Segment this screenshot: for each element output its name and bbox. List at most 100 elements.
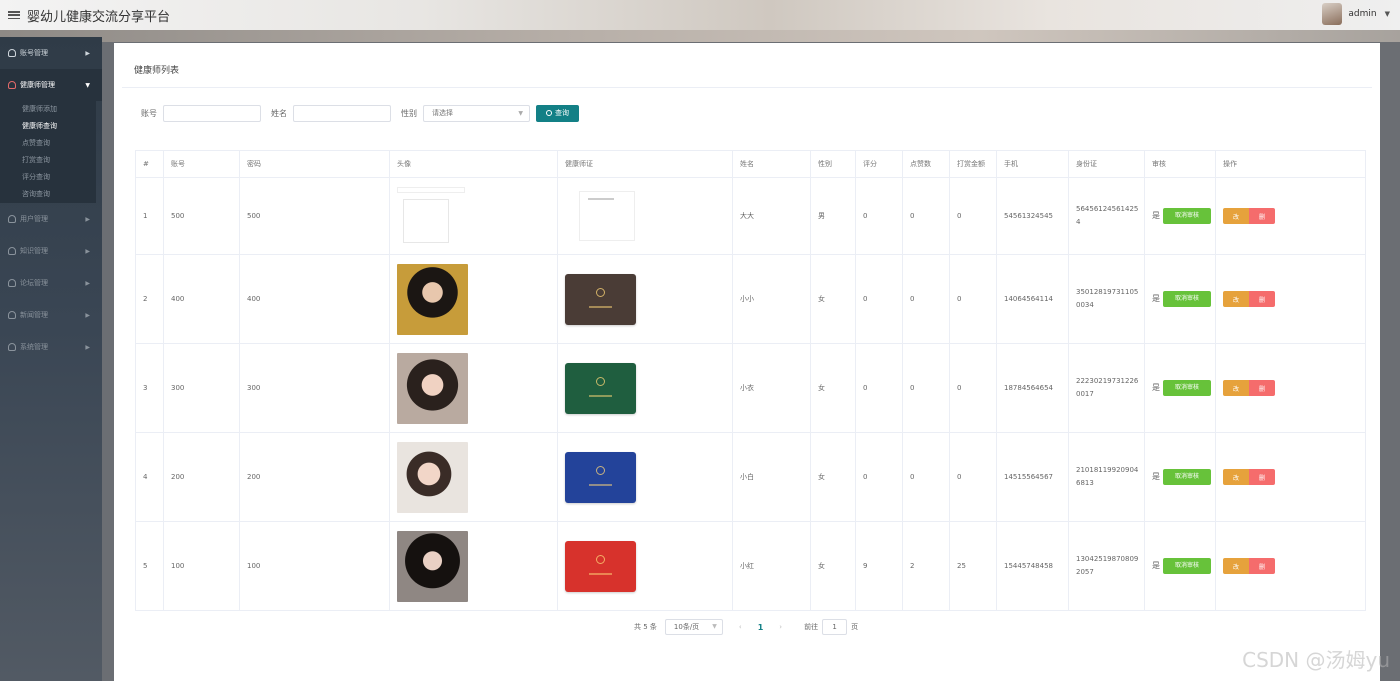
- cell-index: 4: [135, 432, 164, 522]
- chevron-down-icon[interactable]: ▼: [1385, 10, 1390, 18]
- delete-button[interactable]: 删: [1249, 558, 1275, 574]
- top-header: 婴幼儿健康交流分享平台 admin ▼: [0, 0, 1400, 30]
- account-input[interactable]: [163, 104, 261, 122]
- search-button[interactable]: 查询: [536, 104, 579, 122]
- sidebar-item-system[interactable]: 系统管理 ▶: [0, 331, 102, 363]
- submenu-item-likes[interactable]: 点赞查询: [0, 135, 96, 152]
- cancel-audit-button[interactable]: 取消审核: [1163, 208, 1211, 224]
- audit-status: 是: [1152, 561, 1160, 570]
- table-row: 2 400 400 小小 女 0 0 0 14064564114 3501281…: [135, 254, 1366, 344]
- hamburger-menu-icon[interactable]: [7, 8, 21, 22]
- cell-name: 小小: [732, 254, 811, 344]
- chevron-right-icon: ▶: [85, 343, 90, 351]
- submenu-item-query[interactable]: 健康师查询: [0, 118, 96, 135]
- account-label: 账号: [141, 108, 157, 118]
- user-menu[interactable]: admin ▼: [1322, 3, 1390, 25]
- cell-gender: 女: [810, 521, 856, 611]
- delete-button[interactable]: 删: [1249, 291, 1275, 307]
- column-header: 健康师证: [557, 150, 733, 178]
- audit-status: 是: [1152, 472, 1160, 481]
- cell-score: 0: [855, 254, 903, 344]
- user-icon: [8, 343, 16, 351]
- sidebar-item-account[interactable]: 账号管理 ▶: [0, 37, 102, 69]
- cell-avatar: [389, 521, 558, 611]
- cell-password: 200: [239, 432, 390, 522]
- cell-reward: 0: [949, 254, 997, 344]
- cell-likes: 0: [902, 343, 950, 433]
- sidebar-item-users[interactable]: 用户管理 ▶: [0, 203, 102, 235]
- edit-button[interactable]: 改: [1223, 291, 1249, 307]
- chevron-right-icon: ▶: [85, 279, 90, 287]
- page-size-value: 10条/页: [673, 623, 700, 631]
- chevron-right-icon: ▶: [85, 247, 90, 255]
- edit-button[interactable]: 改: [1223, 469, 1249, 485]
- app-title: 婴幼儿健康交流分享平台: [27, 9, 171, 25]
- cell-gender: 女: [810, 254, 856, 344]
- goto-label: 前往: [804, 623, 819, 631]
- cell-index: 2: [135, 254, 164, 344]
- submenu-item-rewards[interactable]: 打赏查询: [0, 152, 96, 169]
- next-page-button[interactable]: ›: [779, 623, 782, 631]
- name-label: 姓名: [271, 108, 287, 118]
- name-input[interactable]: [293, 104, 391, 122]
- cell-id-card: 350128197311050034: [1068, 254, 1145, 344]
- cell-likes: 0: [902, 432, 950, 522]
- table-row: 4 200 200 小白 女 0 0 0 14515564567 2101811…: [135, 432, 1366, 522]
- gender-select-placeholder: 请选择: [432, 108, 453, 117]
- sidebar-item-label: 账号管理: [20, 49, 48, 57]
- table-header-row: # 账号 密码 头像 健康师证 姓名 性别 评分 点赞数 打赏金额 手机 身份证…: [135, 150, 1366, 178]
- cell-phone: 14064564114: [996, 254, 1069, 344]
- cell-audit: 是取消审核: [1144, 254, 1216, 344]
- cell-id-card: 130425198708092057: [1068, 521, 1145, 611]
- cancel-audit-button[interactable]: 取消审核: [1163, 469, 1211, 485]
- cancel-audit-button[interactable]: 取消审核: [1163, 558, 1211, 574]
- sidebar-item-knowledge[interactable]: 知识管理 ▶: [0, 235, 102, 267]
- edit-button[interactable]: 改: [1223, 380, 1249, 396]
- avatar[interactable]: [1322, 3, 1343, 25]
- page-number-current[interactable]: 1: [758, 623, 764, 632]
- sidebar-item-health-expert[interactable]: 健康师管理 ▼: [0, 69, 102, 101]
- edit-button[interactable]: 改: [1223, 208, 1249, 224]
- column-header: 操作: [1215, 150, 1366, 178]
- goto-page-input[interactable]: 1: [822, 619, 848, 635]
- cell-certificate: [557, 432, 733, 522]
- sidebar-item-label: 知识管理: [20, 247, 48, 255]
- user-icon: [8, 279, 16, 287]
- cell-gender: 女: [810, 343, 856, 433]
- chevron-right-icon: ▶: [85, 311, 90, 319]
- cell-score: 0: [855, 177, 903, 255]
- cell-audit: 是取消审核: [1144, 432, 1216, 522]
- submenu-item-scores[interactable]: 评分查询: [0, 169, 96, 186]
- cancel-audit-button[interactable]: 取消审核: [1163, 380, 1211, 396]
- delete-button[interactable]: 删: [1249, 380, 1275, 396]
- delete-button[interactable]: 删: [1249, 208, 1275, 224]
- column-header: 手机: [996, 150, 1069, 178]
- cell-score: 0: [855, 432, 903, 522]
- divider: [122, 87, 1372, 88]
- submenu-item-add[interactable]: 健康师添加: [0, 101, 96, 118]
- sidebar-item-news[interactable]: 新闻管理 ▶: [0, 299, 102, 331]
- cell-actions: 改删: [1215, 343, 1366, 433]
- chevron-down-icon: ▼: [85, 81, 90, 89]
- cell-name: 小白: [732, 432, 811, 522]
- pagination: 共 5 条 10条/页 ▼ ‹ 1 › 前往 1 页: [634, 619, 858, 635]
- cell-account: 400: [163, 254, 240, 344]
- cancel-audit-button[interactable]: 取消审核: [1163, 291, 1211, 307]
- certificate-image: [565, 451, 636, 503]
- gender-select[interactable]: 请选择 ▼: [423, 104, 530, 122]
- column-header: 打赏金额: [949, 150, 997, 178]
- submenu-item-consult[interactable]: 咨询查询: [0, 186, 96, 203]
- cell-audit: 是取消审核: [1144, 343, 1216, 433]
- delete-button[interactable]: 删: [1249, 469, 1275, 485]
- sidebar-item-forum[interactable]: 论坛管理 ▶: [0, 267, 102, 299]
- edit-button[interactable]: 改: [1223, 558, 1249, 574]
- cell-likes: 0: [902, 254, 950, 344]
- column-header: 性别: [810, 150, 856, 178]
- cell-name: 小衣: [732, 343, 811, 433]
- column-header: 账号: [163, 150, 240, 178]
- pagination-total: 共 5 条: [634, 623, 657, 631]
- username[interactable]: admin: [1348, 9, 1376, 19]
- certificate-image: [565, 362, 636, 414]
- prev-page-button[interactable]: ‹: [739, 623, 742, 631]
- page-size-select[interactable]: 10条/页 ▼: [664, 619, 723, 635]
